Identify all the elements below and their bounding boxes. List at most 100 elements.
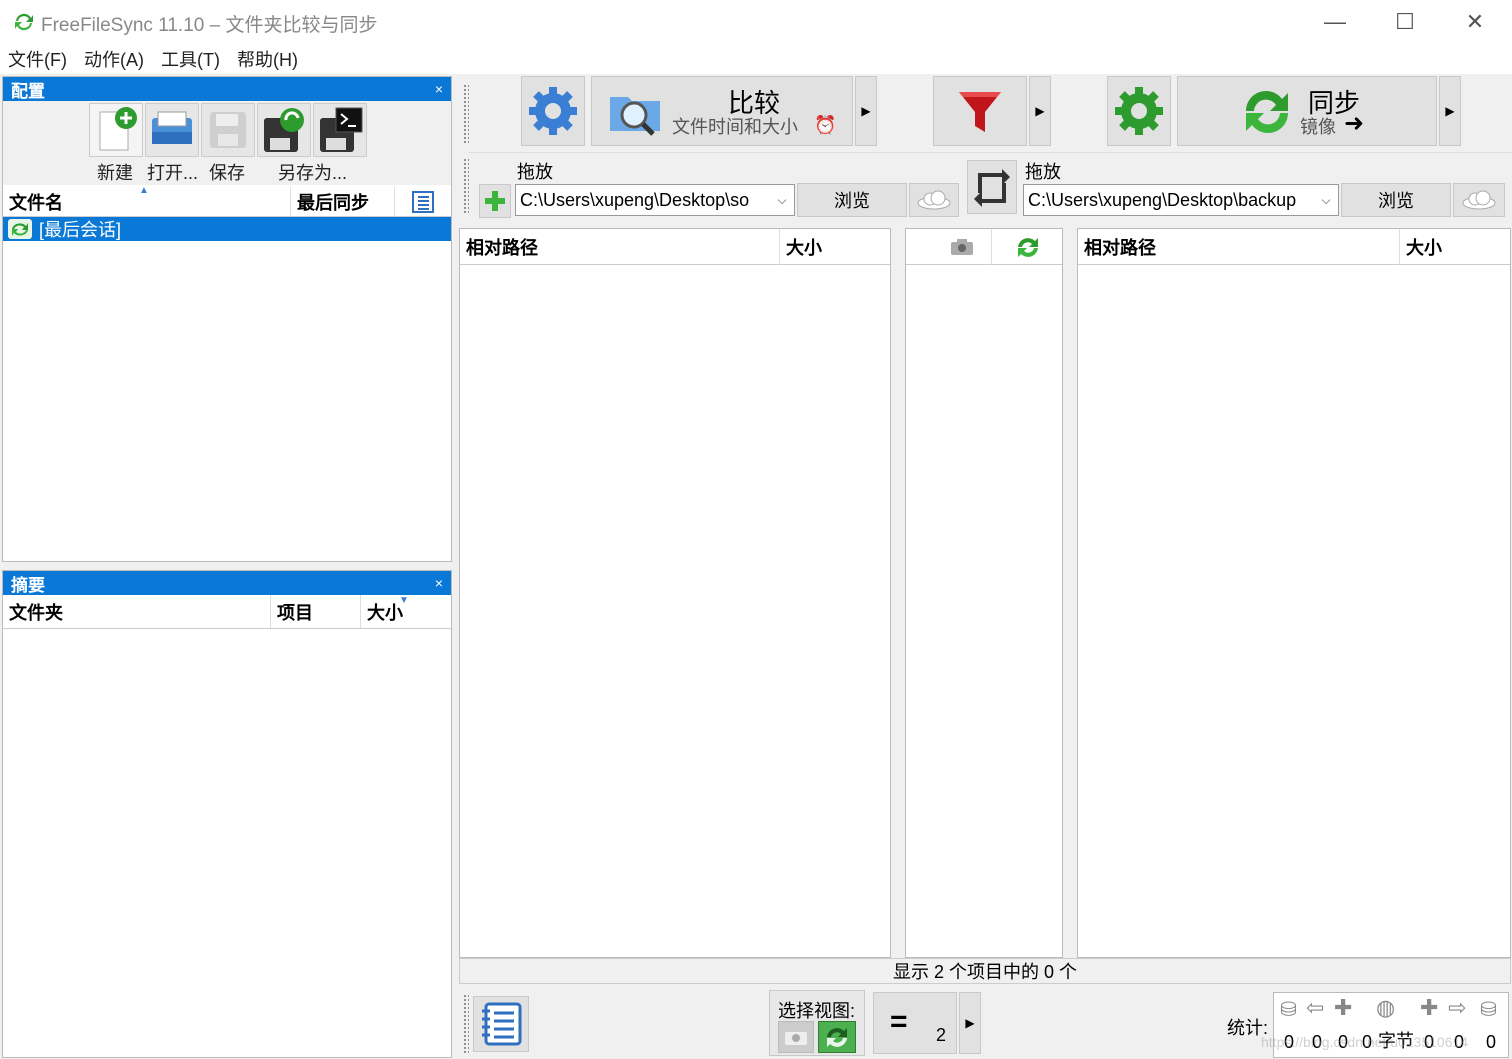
equal-count: 2	[936, 1025, 947, 1045]
left-file-grid[interactable]: 相对路径 大小	[459, 228, 891, 958]
arrow-right-icon: ➜	[1344, 110, 1365, 137]
right-cloud-button[interactable]	[1453, 183, 1505, 217]
left-folder-input[interactable]: C:\Users\xupeng\Desktop\so ⌵	[515, 184, 795, 216]
chevron-down-icon[interactable]: ⌵	[1314, 193, 1338, 208]
column-settings-button[interactable]	[395, 187, 451, 216]
compare-button[interactable]: 比较 文件时间和大小 ⏰	[591, 76, 853, 146]
view-dropdown-button[interactable]: ▶	[959, 992, 981, 1054]
col-size[interactable]: 大小 ▼	[361, 595, 451, 628]
compare-view-column[interactable]	[932, 229, 992, 265]
log-toggle-button[interactable]	[473, 996, 529, 1052]
right-drop-label: 拖放	[1025, 162, 1061, 182]
log-list-icon	[482, 1002, 522, 1046]
equal-icon: =	[890, 1005, 908, 1038]
filter-button[interactable]	[933, 76, 1027, 146]
sync-variant-label: 镜像	[1300, 117, 1336, 137]
open-config-button[interactable]	[145, 103, 199, 157]
right-col-size[interactable]: 大小	[1400, 229, 1512, 265]
compare-view-button[interactable]	[778, 1021, 814, 1053]
compare-dropdown-button[interactable]: ▶	[855, 76, 877, 146]
open-label: 打开...	[147, 163, 199, 183]
menu-tools[interactable]: 工具(T)	[159, 46, 222, 72]
config-pane-close-button[interactable]: ×	[435, 81, 443, 97]
swap-icon	[974, 169, 1010, 207]
col-size-label: 大小	[367, 602, 403, 623]
toolbar-grip[interactable]	[463, 84, 469, 144]
sync-icon	[1246, 90, 1288, 133]
menu-actions[interactable]: 动作(A)	[82, 46, 146, 72]
compare-settings-button[interactable]	[521, 76, 585, 146]
menu-help[interactable]: 帮助(H)	[235, 46, 300, 72]
left-cloud-button[interactable]	[909, 183, 959, 217]
sync-settings-button[interactable]	[1107, 76, 1171, 146]
sync-view-button[interactable]	[818, 1021, 856, 1053]
col-last-sync[interactable]: 最后同步	[291, 187, 395, 216]
minimize-button[interactable]: —	[1300, 0, 1370, 44]
add-folder-pair-button[interactable]	[479, 184, 511, 218]
left-col-size[interactable]: 大小	[780, 229, 892, 265]
col-items[interactable]: 项目	[271, 595, 361, 628]
config-item-label: [最后会话]	[39, 220, 122, 240]
save-as-icon	[264, 108, 304, 152]
menu-file[interactable]: 文件(F)	[6, 46, 69, 72]
sync-config-icon	[8, 219, 32, 239]
col-filename-label: 文件名	[9, 192, 63, 213]
config-list-header: 文件名 ▲ 最后同步	[3, 185, 451, 217]
sync-action-column[interactable]	[992, 229, 1064, 265]
folder-grip[interactable]	[463, 158, 469, 214]
cloud-icon	[917, 190, 951, 210]
right-file-grid[interactable]: 相对路径 大小	[1077, 228, 1511, 958]
sync-icon	[827, 1028, 847, 1047]
view-selector: 选择视图:	[769, 990, 865, 1056]
gear-icon	[529, 87, 577, 135]
save-config-icon	[210, 112, 246, 148]
menu-bar: 文件(F) 动作(A) 工具(T) 帮助(H)	[0, 44, 1512, 74]
new-config-icon	[99, 107, 137, 151]
config-item-last-session[interactable]: [最后会话]	[3, 217, 451, 241]
triangle-right-icon: ▶	[965, 1016, 975, 1030]
left-col-relative-path[interactable]: 相对路径	[460, 229, 780, 265]
plus-icon	[485, 191, 505, 211]
right-folder-input[interactable]: C:\Users\xupeng\Desktop\backup ⌵	[1023, 184, 1339, 216]
stat-delete-right: 0	[1486, 1032, 1497, 1052]
new-config-button[interactable]	[89, 103, 143, 157]
summary-pane-close-button[interactable]: ×	[435, 575, 443, 591]
main-area: 比较 文件时间和大小 ⏰ ▶ ▶ 同步 镜像 ➜ ▶ 拖放 C:\Users\x…	[455, 76, 1512, 1059]
swap-sides-button[interactable]	[967, 160, 1017, 214]
bottom-grip[interactable]	[463, 994, 469, 1054]
right-browse-button[interactable]: 浏览	[1341, 183, 1451, 217]
delete-right-icon: ⛁	[1480, 999, 1497, 1021]
col-items-label: 项目	[277, 602, 313, 623]
camera-icon	[950, 239, 973, 255]
triangle-right-icon: ▶	[1035, 104, 1045, 118]
summary-pane-title: 摘要	[11, 575, 45, 595]
cloud-icon	[1462, 190, 1496, 210]
right-folder-path: C:\Users\xupeng\Desktop\backup	[1028, 189, 1297, 210]
save-config-button[interactable]	[201, 103, 255, 157]
list-settings-icon	[412, 190, 434, 213]
summary-list-header: 文件夹 项目 大小 ▼	[3, 595, 451, 629]
filter-dropdown-button[interactable]: ▶	[1029, 76, 1051, 146]
sync-dropdown-button[interactable]: ▶	[1439, 76, 1461, 146]
open-config-icon	[152, 111, 192, 144]
close-button[interactable]: ✕	[1440, 0, 1510, 44]
config-pane-title: 配置	[11, 81, 45, 101]
maximize-button[interactable]: ☐	[1370, 0, 1440, 44]
left-browse-button[interactable]: 浏览	[797, 183, 907, 217]
equal-files-filter-button[interactable]: = 2	[873, 992, 957, 1054]
right-col-relative-path[interactable]: 相对路径	[1078, 229, 1400, 265]
col-folder[interactable]: 文件夹	[3, 595, 271, 628]
col-folder-label: 文件夹	[9, 602, 63, 623]
col-filename[interactable]: 文件名 ▲	[3, 185, 291, 216]
title-bar: FreeFileSync 11.10 – 文件夹比较与同步 — ☐ ✕	[0, 0, 1512, 44]
save-batch-button[interactable]	[313, 103, 367, 157]
middle-action-grid[interactable]	[905, 228, 1063, 958]
status-text: 显示 2 个项目中的 0 个	[892, 962, 1078, 982]
right-grid-header: 相对路径 大小	[1078, 229, 1510, 265]
sync-button[interactable]: 同步 镜像 ➜	[1177, 76, 1437, 146]
chevron-down-icon[interactable]: ⌵	[770, 193, 794, 208]
summary-pane: 摘要 × 文件夹 项目 大小 ▼	[2, 570, 452, 1058]
gear-icon	[1115, 87, 1163, 135]
sync-icon	[1018, 238, 1038, 257]
save-as-button[interactable]	[257, 103, 311, 157]
